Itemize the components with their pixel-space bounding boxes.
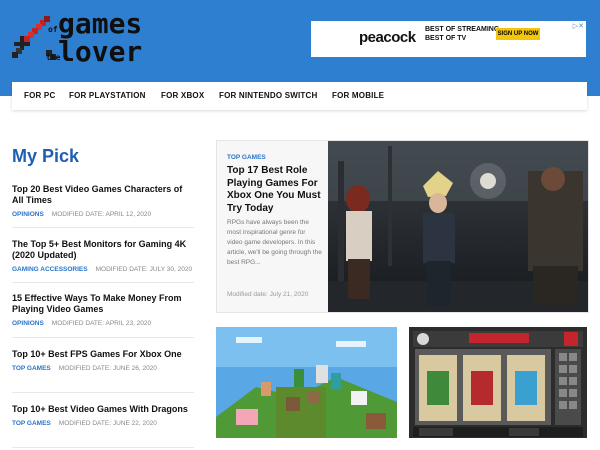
pick-title[interactable]: Top 20 Best Video Games Characters of Al… xyxy=(12,184,194,206)
pick-category[interactable]: OPINIONS xyxy=(12,320,44,327)
pick-category[interactable]: OPINIONS xyxy=(12,211,44,218)
divider xyxy=(12,447,194,448)
nav-item-pc[interactable]: FOR PC xyxy=(24,82,55,110)
ad-brand: peacock xyxy=(359,29,416,46)
ad-line-1: BEST OF STREAMING xyxy=(425,26,500,33)
pick-title[interactable]: Top 10+ Best Video Games With Dragons xyxy=(12,404,194,415)
featured-image[interactable] xyxy=(328,141,588,312)
minecraft-article-image[interactable] xyxy=(216,327,397,438)
nav-item-playstation[interactable]: FOR PLAYSTATION xyxy=(69,82,146,110)
list-item: Top 10+ Best FPS Games For Xbox One TOP … xyxy=(12,349,194,372)
nav-item-mobile[interactable]: FOR MOBILE xyxy=(332,82,384,110)
ad-line-2: BEST OF TV xyxy=(425,35,467,42)
pick-date: MODIFIED DATE: JULY 30, 2020 xyxy=(95,266,193,273)
pick-category[interactable]: GAMING ACCESSORIES xyxy=(12,266,88,273)
logo-small-of: of xyxy=(48,25,58,34)
peacock-ad-banner[interactable]: peacock BEST OF STREAMING BEST OF TV SIG… xyxy=(311,21,586,57)
pick-title[interactable]: Top 10+ Best FPS Games For Xbox One xyxy=(12,349,194,360)
logo-line-games: games xyxy=(58,7,143,40)
list-item: Top 20 Best Video Games Characters of Al… xyxy=(12,184,194,218)
logo-line-lover: lover xyxy=(58,35,143,68)
mobile-game-article-image[interactable] xyxy=(409,327,587,438)
list-item: 15 Effective Ways To Make Money From Pla… xyxy=(12,293,194,327)
pick-date: MODIFIED DATE: APRIL 23, 2020 xyxy=(51,320,152,327)
pick-category[interactable]: TOP GAMES xyxy=(12,420,51,427)
divider xyxy=(12,337,194,338)
ad-close-icon[interactable]: ▷✕ xyxy=(573,22,584,30)
pick-date: MODIFIED DATE: JUNE 26, 2020 xyxy=(58,365,157,372)
nav-item-nintendo-switch[interactable]: FOR NINTENDO SWITCH xyxy=(219,82,317,110)
main-nav: FOR PC FOR PLAYSTATION FOR XBOX FOR NINT… xyxy=(12,82,587,110)
site-logo[interactable]: of the games lover xyxy=(10,8,190,70)
list-item: The Top 5+ Best Monitors for Gaming 4K (… xyxy=(12,239,194,273)
pick-date: MODIFIED DATE: APRIL 12, 2020 xyxy=(51,211,152,218)
featured-article[interactable]: TOP GAMES Top 17 Best Role Playing Games… xyxy=(216,140,589,313)
pick-date: MODIFIED DATE: JUNE 22, 2020 xyxy=(58,420,157,427)
list-item: Top 10+ Best Video Games With Dragons TO… xyxy=(12,404,194,427)
featured-date: Modified date: July 21, 2020 xyxy=(227,291,309,298)
pick-category[interactable]: TOP GAMES xyxy=(12,365,51,372)
my-pick-heading: My Pick xyxy=(12,146,80,166)
divider xyxy=(12,227,194,228)
featured-category[interactable]: TOP GAMES xyxy=(227,154,266,161)
divider xyxy=(12,392,194,393)
pick-title[interactable]: The Top 5+ Best Monitors for Gaming 4K (… xyxy=(12,239,194,261)
featured-text-panel: TOP GAMES Top 17 Best Role Playing Games… xyxy=(217,141,328,312)
nav-item-xbox[interactable]: FOR XBOX xyxy=(161,82,204,110)
featured-title[interactable]: Top 17 Best Role Playing Games For Xbox … xyxy=(227,165,327,215)
ad-signup-button[interactable]: SIGN UP NOW xyxy=(496,28,540,40)
featured-excerpt: RPGs have always been the most inspirati… xyxy=(227,219,322,266)
divider xyxy=(12,282,194,283)
pick-title[interactable]: 15 Effective Ways To Make Money From Pla… xyxy=(12,293,194,315)
